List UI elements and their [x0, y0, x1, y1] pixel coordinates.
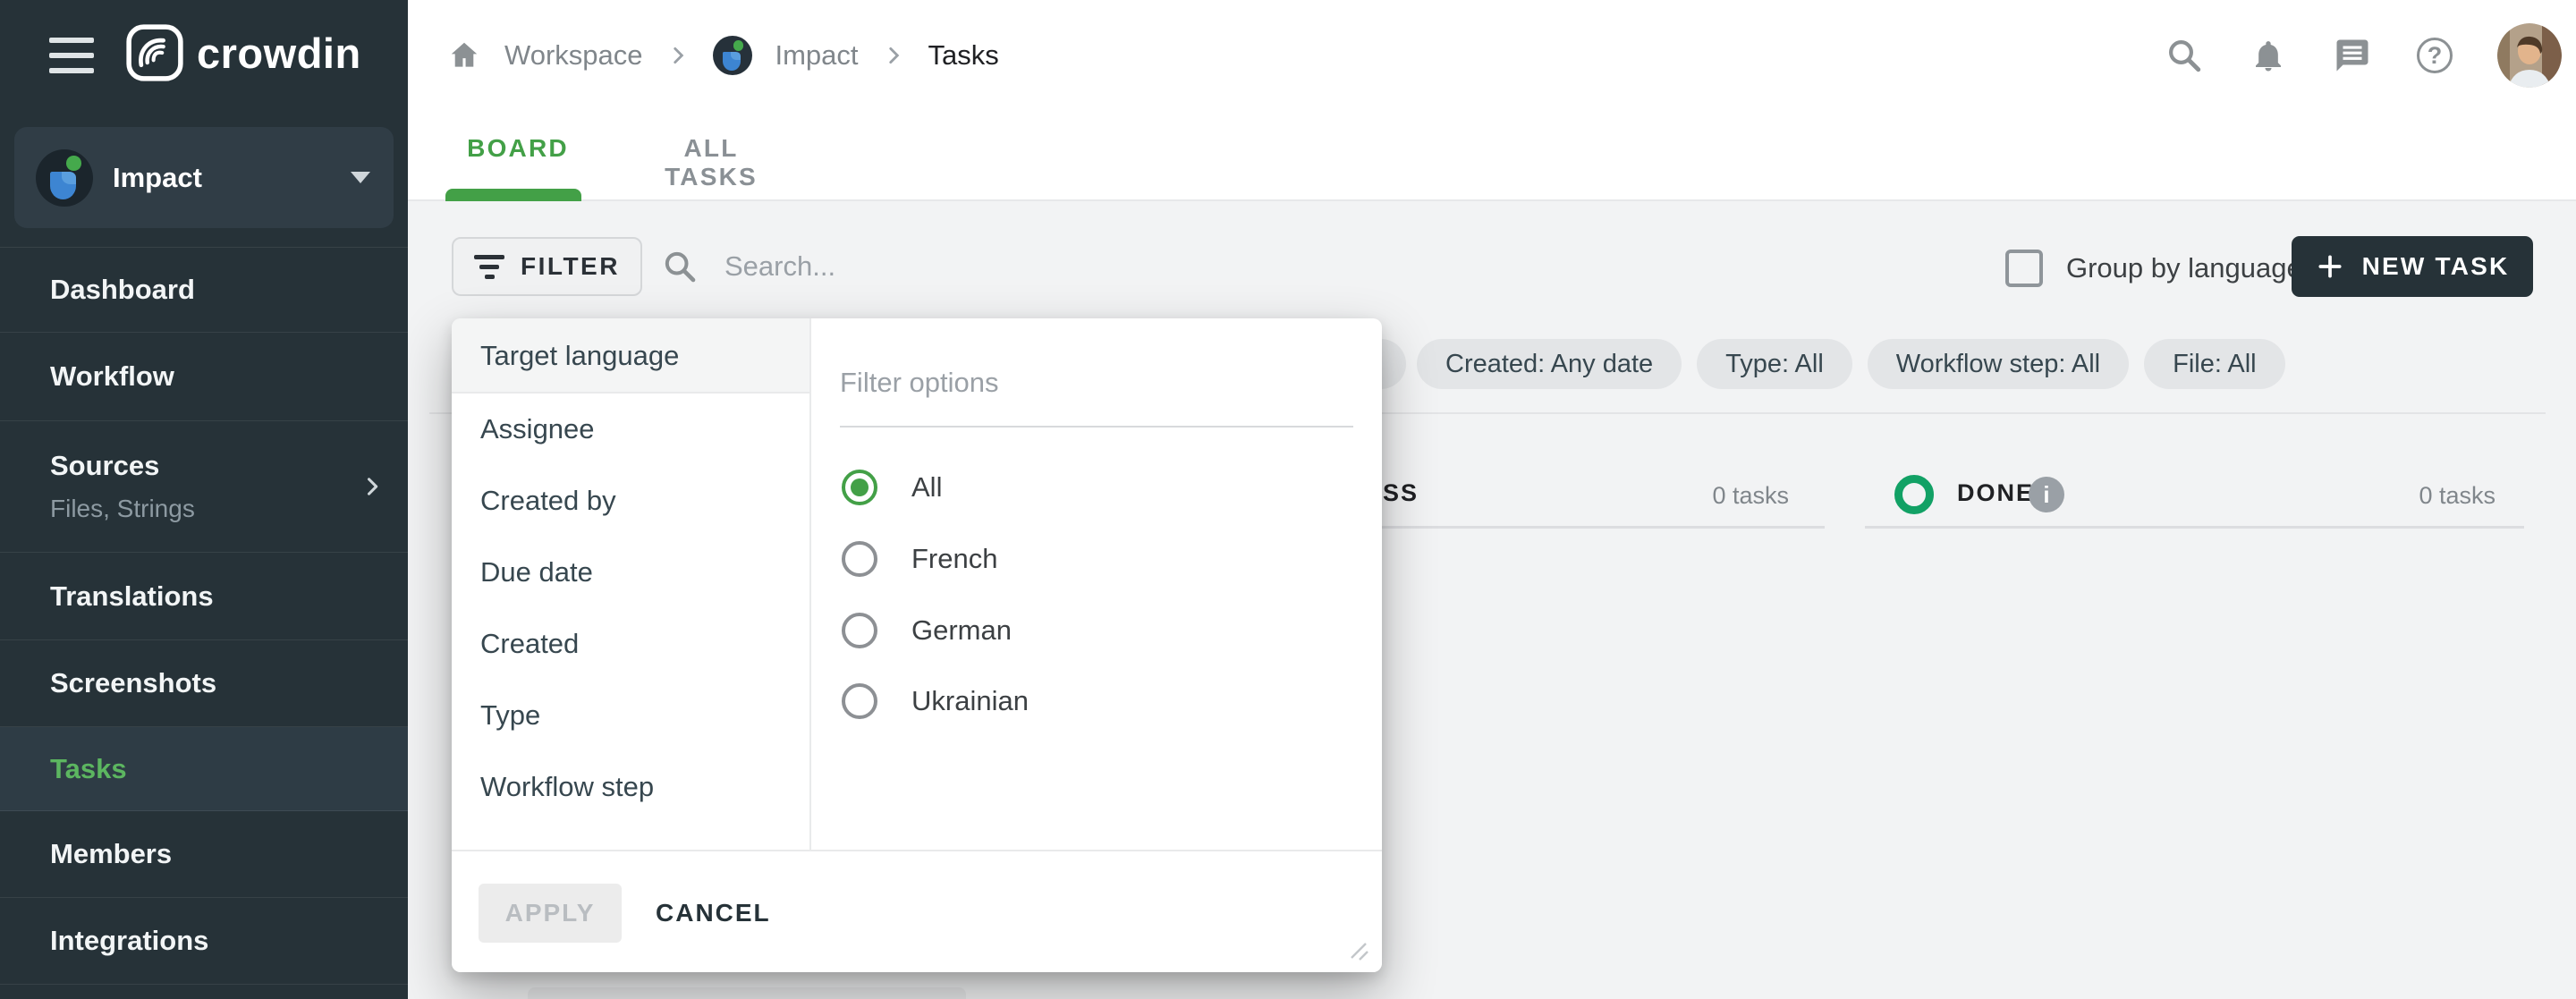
search-icon[interactable] [2165, 36, 2204, 75]
user-avatar[interactable] [2497, 23, 2562, 88]
input-underline [840, 426, 1353, 428]
sidebar-item-tasks[interactable]: Tasks [0, 727, 408, 811]
search-icon [662, 249, 698, 284]
breadcrumb-project-avatar [713, 36, 752, 75]
option-all[interactable]: All [842, 468, 942, 507]
option-ukrainian[interactable]: Ukrainian [842, 682, 1029, 721]
project-name: Impact [113, 162, 351, 194]
hidden-card-edge [528, 987, 966, 999]
crowdin-wordmark: crowdin [197, 29, 361, 78]
filter-panel-footer: APPLY CANCEL [452, 850, 1382, 972]
filter-category-workflow-step[interactable]: Workflow step [452, 751, 809, 823]
active-tab-indicator [445, 189, 581, 201]
chevron-down-icon [351, 172, 370, 183]
done-status-ring-icon [1894, 475, 1934, 514]
tab-all-tasks[interactable]: ALL TASKS [636, 134, 786, 191]
group-by-language-label: Group by language [2066, 252, 2302, 284]
crowdin-logo-mark [125, 23, 184, 82]
notifications-bell-icon[interactable] [2249, 36, 2288, 75]
topbar-actions: ? [2165, 21, 2562, 89]
breadcrumb-current-tasks: Tasks [928, 39, 999, 72]
column-underline [1342, 526, 1825, 529]
breadcrumb: Workspace Impact Tasks [447, 25, 999, 86]
chevron-right-icon [882, 44, 905, 67]
sidebar-item-sources[interactable]: Sources Files, Strings [0, 421, 408, 553]
filter-options-pane: All French German Ukrainian [811, 318, 1382, 850]
breadcrumb-workspace[interactable]: Workspace [504, 39, 643, 72]
plus-icon [2316, 252, 2344, 281]
help-icon[interactable]: ? [2417, 38, 2453, 73]
chip-type[interactable]: Type: All [1697, 339, 1852, 389]
hamburger-menu-icon[interactable] [49, 38, 94, 73]
radio-icon[interactable] [842, 541, 877, 577]
cancel-button[interactable]: CANCEL [656, 884, 771, 943]
apply-button[interactable]: APPLY [479, 884, 622, 943]
filter-category-created-by[interactable]: Created by [452, 465, 809, 537]
column-underline [1865, 526, 2524, 529]
sidebar-item-workflow[interactable]: Workflow [0, 333, 408, 421]
resize-handle[interactable] [1344, 936, 1371, 963]
sidebar-item-dashboard[interactable]: Dashboard [0, 248, 408, 333]
project-avatar [36, 149, 93, 207]
column-title-fragment: SS [1383, 479, 1419, 507]
group-by-language-checkbox[interactable] [2005, 250, 2043, 287]
info-icon[interactable]: i [2029, 477, 2064, 512]
filter-icon [474, 255, 504, 279]
sidebar-item-members[interactable]: Members [0, 811, 408, 898]
crowdin-logo[interactable]: crowdin [125, 23, 361, 82]
new-task-button[interactable]: NEW TASK [2292, 236, 2533, 297]
breadcrumb-project[interactable]: Impact [775, 39, 859, 72]
sidebar: crowdin Impact Dashboard Workflow Source… [0, 0, 408, 999]
option-french[interactable]: French [842, 539, 997, 579]
task-search [662, 237, 1190, 296]
filter-chips: Created: Any date Type: All Workflow ste… [1417, 339, 2285, 389]
crowdin-tasks-page: crowdin Impact Dashboard Workflow Source… [0, 0, 2576, 999]
filter-options-input[interactable] [840, 367, 1323, 399]
sources-subtitle: Files, Strings [50, 495, 195, 523]
filter-dropdown-panel: Target language Assignee Created by Due … [452, 318, 1382, 972]
sidebar-item-screenshots[interactable]: Screenshots [0, 640, 408, 727]
column-title-done: DONE [1957, 479, 2034, 507]
column-task-count: 0 tasks [2379, 482, 2496, 510]
option-german[interactable]: German [842, 611, 1012, 650]
search-input[interactable] [724, 250, 1190, 283]
sidebar-item-translations[interactable]: Translations [0, 553, 408, 640]
filter-category-due-date[interactable]: Due date [452, 537, 809, 608]
filter-category-created[interactable]: Created [452, 608, 809, 680]
chip-created[interactable]: Created: Any date [1417, 339, 1682, 389]
filter-category-list: Target language Assignee Created by Due … [452, 318, 811, 850]
filter-button[interactable]: FILTER [452, 237, 642, 296]
chevron-right-icon [666, 44, 690, 67]
filter-category-type[interactable]: Type [452, 680, 809, 751]
home-icon[interactable] [447, 38, 481, 72]
sidebar-nav: Dashboard Workflow Sources Files, String… [0, 247, 408, 985]
radio-selected-icon[interactable] [842, 470, 877, 505]
project-selector[interactable]: Impact [14, 127, 394, 228]
chip-workflow-step[interactable]: Workflow step: All [1868, 339, 2129, 389]
group-by-language-toggle[interactable]: Group by language [2005, 250, 2302, 287]
filter-category-target-language[interactable]: Target language [452, 318, 809, 394]
sidebar-item-integrations[interactable]: Integrations [0, 898, 408, 985]
radio-icon[interactable] [842, 613, 877, 648]
filter-category-assignee[interactable]: Assignee [452, 394, 809, 465]
radio-icon[interactable] [842, 683, 877, 719]
view-tabs: BOARD ALL TASKS [452, 134, 786, 191]
messages-chat-icon[interactable] [2333, 36, 2372, 75]
chip-file[interactable]: File: All [2144, 339, 2284, 389]
chevron-right-icon [360, 474, 385, 499]
column-task-count: 0 tasks [1673, 482, 1789, 510]
tab-board[interactable]: BOARD [452, 134, 584, 191]
